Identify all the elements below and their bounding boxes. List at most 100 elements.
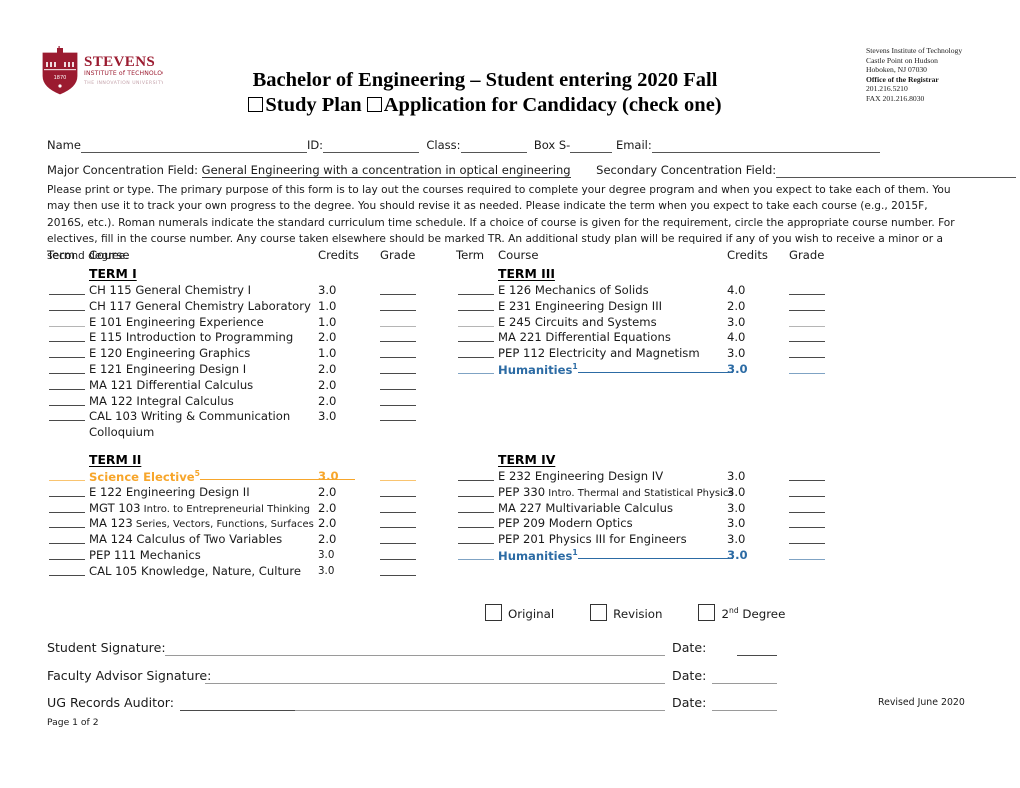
course-row: Humanities1 3.0 — [456, 548, 876, 564]
grade-blank-input[interactable] — [789, 325, 825, 327]
email-input[interactable] — [651, 138, 880, 153]
grade-blank-input[interactable] — [380, 294, 416, 295]
class-input[interactable] — [460, 138, 527, 153]
course-name: E 120 Engineering Graphics — [89, 346, 251, 361]
major-concentration-value[interactable]: General Engineering with a concentration… — [201, 163, 571, 178]
grade-blank-input[interactable] — [789, 495, 825, 497]
grade-blank-input[interactable] — [789, 543, 825, 545]
term-blank-input[interactable] — [49, 527, 85, 529]
term-blank-input[interactable] — [49, 404, 85, 406]
faculty-signature-row: Faculty Advisor Signature: Date: — [47, 668, 777, 686]
course-row: CH 117 General Chemistry Laboratory 1.0 — [47, 299, 467, 315]
term-blank-input[interactable] — [458, 309, 494, 311]
course-name-continuation: Colloquium — [47, 425, 467, 441]
term-blank-input[interactable] — [458, 543, 494, 545]
grade-blank-input[interactable] — [789, 357, 825, 359]
checkbox-original[interactable] — [485, 604, 502, 621]
course-name: E 245 Circuits and Systems — [498, 314, 657, 329]
grade-blank-input[interactable] — [380, 325, 416, 327]
grade-blank-input[interactable] — [380, 495, 416, 497]
grade-blank-input[interactable] — [380, 388, 416, 390]
grade-blank-input[interactable] — [789, 480, 825, 481]
grade-blank-input[interactable] — [380, 372, 416, 374]
box-input[interactable] — [570, 138, 613, 153]
grade-blank-input[interactable] — [789, 558, 825, 560]
faculty-signature-input[interactable] — [205, 683, 665, 684]
term-blank-input[interactable] — [458, 480, 494, 481]
grade-blank-input[interactable] — [380, 558, 416, 560]
form-type-option[interactable]: Revision — [590, 604, 662, 621]
grade-blank-input[interactable] — [789, 341, 825, 343]
checkbox-2[interactable] — [698, 604, 716, 621]
grade-blank-input[interactable] — [789, 527, 825, 529]
term-heading-3-label: TERM III — [498, 266, 555, 281]
term-blank-input[interactable] — [49, 388, 85, 390]
auditor-extension-line[interactable] — [295, 710, 665, 711]
grade-blank-input[interactable] — [380, 357, 416, 359]
term-blank-input[interactable] — [49, 294, 85, 295]
application-candidacy-checkbox[interactable] — [366, 97, 382, 112]
grade-blank-input[interactable] — [380, 543, 416, 545]
term-blank-input[interactable] — [458, 357, 494, 359]
term-blank-input[interactable] — [458, 558, 494, 560]
grade-blank-input[interactable] — [380, 480, 416, 481]
term-blank-input[interactable] — [49, 325, 85, 327]
term-blank-input[interactable] — [458, 511, 494, 513]
study-plan-checkbox[interactable] — [248, 97, 264, 112]
grade-blank-input[interactable] — [380, 574, 416, 576]
term-blank-input[interactable] — [49, 309, 85, 311]
student-date-input[interactable] — [737, 655, 777, 656]
grade-blank-input[interactable] — [789, 372, 825, 374]
form-type-option[interactable]: 2nd Degree — [698, 604, 785, 621]
elective-fill-input[interactable] — [577, 557, 733, 559]
term-blank-input[interactable] — [49, 574, 85, 576]
term-blank-input[interactable] — [458, 372, 494, 374]
term-blank-input[interactable] — [49, 372, 85, 374]
term-column-right-top: Term Course Credits Grade TERM III E 126… — [456, 248, 876, 378]
term-blank-input[interactable] — [49, 480, 85, 481]
faculty-signature-label: Faculty Advisor Signature: — [47, 668, 212, 683]
id-input[interactable] — [323, 138, 420, 153]
course-credits: 3.0 — [727, 532, 746, 547]
grade-blank-input[interactable] — [380, 404, 416, 406]
term-blank-input[interactable] — [49, 495, 85, 497]
faculty-date-input[interactable] — [712, 683, 777, 684]
term-blank-input[interactable] — [49, 341, 85, 343]
footnote-marker: 1 — [572, 361, 578, 371]
term-blank-input[interactable] — [49, 420, 85, 422]
course-credits: 2.0 — [318, 393, 337, 408]
grade-blank-input[interactable] — [789, 511, 825, 513]
elective-fill-input[interactable] — [577, 371, 733, 373]
grade-blank-input[interactable] — [380, 341, 416, 343]
document-header: 1870 STEVENS INSTITUTE of TECHNOLOGY THE… — [0, 38, 1020, 116]
term-blank-input[interactable] — [458, 527, 494, 529]
grade-blank-input[interactable] — [380, 420, 416, 422]
name-label: Name — [47, 138, 81, 152]
page-number: Page 1 of 2 — [47, 717, 99, 728]
term-blank-input[interactable] — [49, 558, 85, 560]
name-input[interactable] — [80, 138, 307, 153]
grade-blank-input[interactable] — [380, 527, 416, 529]
term-blank-input[interactable] — [458, 325, 494, 327]
term-blank-input[interactable] — [49, 543, 85, 545]
term-blank-input[interactable] — [458, 495, 494, 497]
grade-blank-input[interactable] — [789, 309, 825, 311]
term-blank-input[interactable] — [49, 357, 85, 359]
term-blank-input[interactable] — [49, 511, 85, 513]
course-name: PEP 209 Modern Optics — [498, 516, 633, 531]
course-row: PEP 112 Electricity and Magnetism 3.0 — [456, 346, 876, 362]
secondary-concentration-input[interactable] — [776, 163, 1017, 178]
student-signature-input[interactable] — [165, 655, 665, 656]
auditor-signature-input[interactable] — [180, 710, 295, 711]
grade-blank-input[interactable] — [380, 511, 416, 513]
checkbox-revision[interactable] — [590, 604, 608, 621]
course-credits: 2.0 — [318, 377, 337, 392]
header-credits-right: Credits — [727, 248, 768, 262]
grade-blank-input[interactable] — [380, 309, 416, 311]
auditor-signature-row: UG Records Auditor: Date: — [47, 695, 777, 713]
term-blank-input[interactable] — [458, 341, 494, 343]
term-blank-input[interactable] — [458, 294, 494, 295]
auditor-date-input[interactable] — [712, 710, 777, 711]
grade-blank-input[interactable] — [789, 294, 825, 295]
form-type-option[interactable]: Original — [485, 604, 554, 621]
